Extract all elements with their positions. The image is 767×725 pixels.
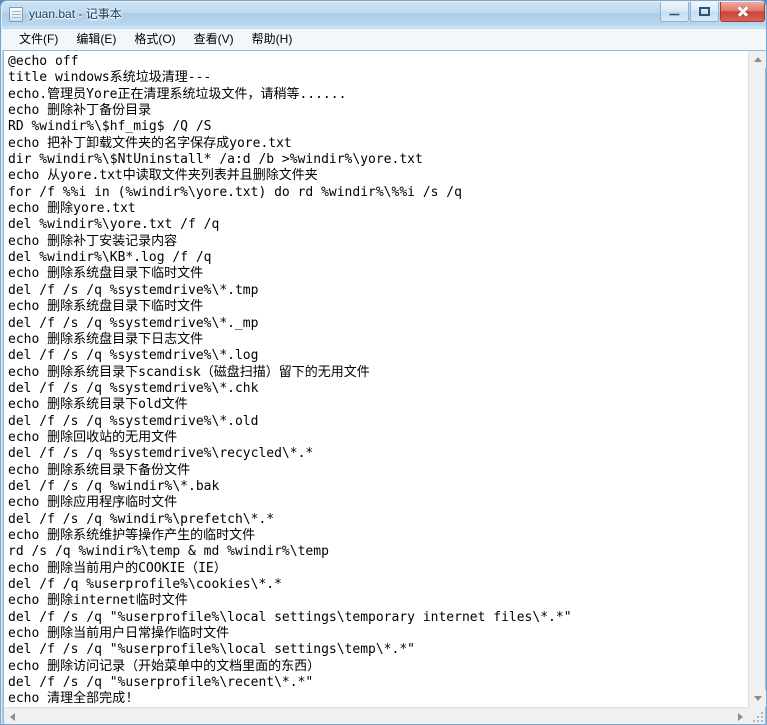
scroll-right-arrow[interactable] (732, 708, 749, 724)
chevron-down-icon (753, 696, 762, 701)
minimize-button[interactable] (660, 2, 689, 22)
scroll-down-arrow[interactable] (749, 690, 766, 707)
menu-view[interactable]: 查看(V) (185, 30, 243, 49)
menu-file[interactable]: 文件(F) (10, 30, 67, 49)
title-bar-left: yuan.bat - 记事本 (9, 6, 122, 22)
horizontal-scrollbar[interactable] (4, 707, 749, 724)
chevron-up-icon (753, 57, 762, 62)
title-bar[interactable]: yuan.bat - 记事本 (1, 1, 766, 28)
client-area: @echo off title windows系统垃圾清理--- echo.管理… (3, 50, 766, 724)
chevron-left-icon (10, 712, 15, 721)
window-controls (660, 2, 765, 22)
notepad-window: yuan.bat - 记事本 文件(F) 编辑(E) 格式(O) 查看(V) 帮… (0, 0, 767, 725)
close-icon (737, 6, 748, 17)
text-editor[interactable]: @echo off title windows系统垃圾清理--- echo.管理… (4, 51, 749, 707)
scrollbar-corner (748, 707, 765, 724)
editor-text: @echo off title windows系统垃圾清理--- echo.管理… (8, 54, 572, 707)
scroll-up-arrow[interactable] (749, 51, 766, 68)
chevron-right-icon (738, 712, 743, 721)
resize-grip[interactable] (751, 710, 763, 722)
notepad-document-icon (9, 6, 23, 22)
window-title: yuan.bat - 记事本 (29, 7, 122, 21)
menu-format[interactable]: 格式(O) (125, 30, 184, 49)
menu-edit[interactable]: 编辑(E) (67, 30, 125, 49)
vertical-scrollbar[interactable] (748, 51, 766, 707)
scroll-left-arrow[interactable] (4, 708, 21, 724)
maximize-button[interactable] (690, 2, 719, 22)
menu-help[interactable]: 帮助(H) (243, 30, 302, 49)
close-button[interactable] (720, 2, 765, 22)
maximize-icon (699, 7, 710, 16)
minimize-icon (669, 12, 680, 16)
menu-bar: 文件(F) 编辑(E) 格式(O) 查看(V) 帮助(H) (2, 29, 766, 50)
